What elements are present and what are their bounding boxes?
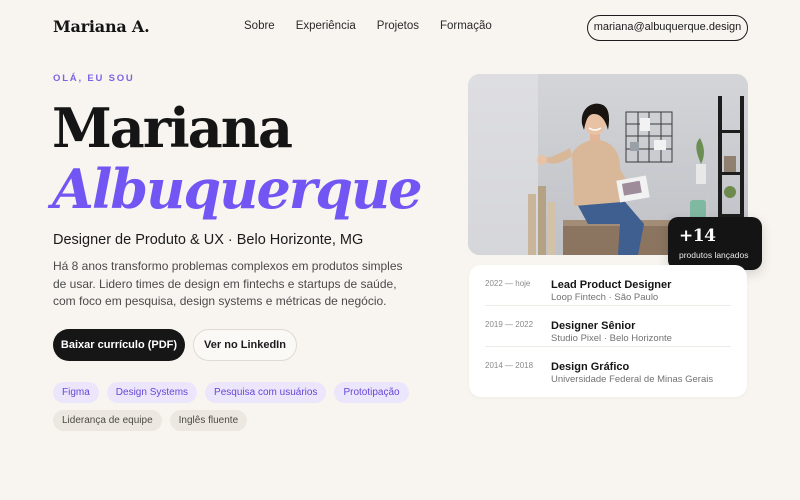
skill-tag: Figma <box>53 382 99 403</box>
hero-first-name: Mariana <box>52 96 293 160</box>
hero-subtitle: Designer de Produto & UX · Belo Horizont… <box>53 232 364 248</box>
timeline-period: 2019 — 2022 <box>485 320 534 329</box>
timeline-title: Design Gráfico <box>551 361 630 373</box>
top-nav: Mariana A. Sobre Experiência Projetos Fo… <box>0 0 800 56</box>
timeline-item: 2014 — 2018 Design Gráfico Universidade … <box>485 347 731 388</box>
nav-link-experiencia[interactable]: Experiência <box>296 20 356 32</box>
linkedin-button[interactable]: Ver no LinkedIn <box>193 329 297 361</box>
skill-tag: Design Systems <box>106 382 198 403</box>
timeline-place: Studio Pixel · Belo Horizonte <box>551 333 672 344</box>
timeline-title: Designer Sênior <box>551 320 636 332</box>
stat-label: produtos lançados <box>679 250 749 260</box>
skill-tag: Pesquisa com usuários <box>205 382 327 403</box>
logo[interactable]: Mariana A. <box>53 17 150 36</box>
skill-tag: Prototipação <box>334 382 409 403</box>
timeline-period: 2014 — 2018 <box>485 361 534 370</box>
timeline-item: 2022 — hoje Lead Product Designer Loop F… <box>485 265 731 306</box>
nav-link-formacao[interactable]: Formação <box>440 20 492 32</box>
timeline-item: 2019 — 2022 Designer Sênior Studio Pixel… <box>485 306 731 347</box>
nav-link-projetos[interactable]: Projetos <box>377 20 419 32</box>
hero-kicker: OLÁ, EU SOU <box>53 73 135 84</box>
timeline-title: Lead Product Designer <box>551 279 672 291</box>
stat-value: +14 <box>679 226 716 246</box>
email-button[interactable]: mariana@albuquerque.design <box>587 15 748 41</box>
skill-tag: Liderança de equipe <box>53 410 162 431</box>
experience-timeline: 2022 — hoje Lead Product Designer Loop F… <box>469 265 747 397</box>
skills-tags: Figma Design Systems Pesquisa com usuári… <box>53 382 413 438</box>
nav-link-sobre[interactable]: Sobre <box>244 20 275 32</box>
skills-row-primary: Figma Design Systems Pesquisa com usuári… <box>53 382 413 403</box>
hero-last-name: Albuquerque <box>52 157 423 221</box>
hero-bio: Há 8 anos transformo problemas complexos… <box>53 259 403 308</box>
stat-badge: +14 produtos lançados <box>668 217 762 270</box>
nav-links: Sobre Experiência Projetos Formação <box>244 20 492 32</box>
skill-tag: Inglês fluente <box>169 410 248 431</box>
skills-row-secondary: Liderança de equipe Inglês fluente <box>53 410 413 431</box>
timeline-place: Loop Fintech · São Paulo <box>551 292 659 303</box>
download-cv-button[interactable]: Baixar currículo (PDF) <box>53 329 185 361</box>
timeline-period: 2022 — hoje <box>485 279 531 288</box>
timeline-place: Universidade Federal de Minas Gerais <box>551 374 714 385</box>
